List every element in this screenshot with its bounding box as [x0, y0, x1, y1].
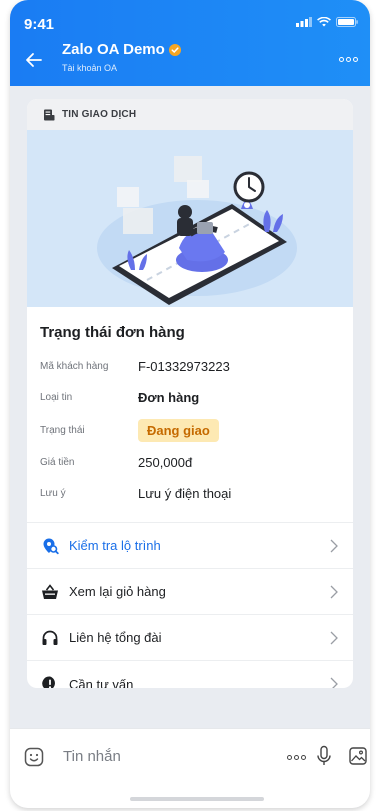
field-label: Mã khách hàng	[40, 361, 109, 372]
headphones-icon	[42, 630, 58, 645]
verified-badge-icon	[168, 43, 181, 56]
chevron-right-icon	[330, 539, 338, 552]
field-label: Loại tin	[40, 392, 73, 403]
chevron-right-icon	[330, 585, 338, 598]
location-search-icon	[43, 538, 59, 554]
field-customer-id: Mã khách hàng F-01332973223	[40, 351, 340, 382]
field-value: Lưu ý điện thoại	[138, 486, 232, 501]
action-review-cart[interactable]: Xem lại giỏ hàng	[27, 569, 353, 615]
action-label: Xem lại giỏ hàng	[69, 584, 166, 599]
more-options-icon[interactable]	[339, 57, 358, 62]
action-track-route[interactable]: Kiểm tra lộ trình	[27, 523, 353, 569]
delivery-illustration	[27, 130, 353, 307]
chevron-right-icon	[330, 631, 338, 644]
field-price: Giá tiền 250,000đ	[40, 447, 340, 478]
image-icon[interactable]	[349, 747, 367, 765]
field-message-type: Loại tin Đơn hàng	[40, 382, 340, 413]
status-icons	[296, 17, 358, 27]
order-status-title: Trạng thái đơn hàng	[40, 324, 185, 341]
action-label: Kiểm tra lộ trình	[69, 538, 161, 553]
field-status: Trạng thái Đang giao	[40, 413, 340, 447]
microphone-icon[interactable]	[316, 745, 332, 767]
field-value: 250,000đ	[138, 455, 193, 470]
phone-frame: 9:41 Zalo OA Demo Tài khoản OA TIN GIAO …	[10, 0, 370, 808]
transaction-card: TIN GIAO DỊCH Trạng thái đơn hàng Mã khá…	[27, 99, 353, 688]
field-value: Đơn hàng	[138, 390, 200, 405]
action-list: Kiểm tra lộ trình Xem lại giỏ hàng Liên …	[27, 522, 353, 688]
field-value: F-01332973223	[138, 359, 230, 374]
chevron-right-icon	[330, 677, 338, 688]
oa-subtitle: Tài khoản OA	[62, 63, 118, 73]
field-label: Lưu ý	[40, 488, 66, 499]
status-time: 9:41	[24, 16, 55, 33]
wifi-icon	[317, 17, 331, 27]
receipt-icon	[44, 109, 55, 120]
field-label: Giá tiền	[40, 457, 75, 468]
status-badge: Đang giao	[138, 418, 219, 442]
chat-header: 9:41 Zalo OA Demo Tài khoản OA	[10, 0, 370, 86]
action-need-advice[interactable]: Cần tư vấn	[27, 661, 353, 688]
message-input[interactable]: Tin nhắn	[63, 748, 121, 765]
field-note: Lưu ý Lưu ý điện thoại	[40, 478, 340, 509]
chat-alert-icon	[42, 676, 55, 688]
action-label: Liên hệ tổng đài	[69, 630, 162, 645]
oa-name: Zalo OA Demo	[62, 41, 165, 58]
message-composer: Tin nhắn	[10, 728, 370, 808]
signal-icon	[296, 17, 312, 27]
more-tools-icon[interactable]	[287, 755, 306, 760]
action-label: Cần tư vấn	[69, 676, 134, 689]
action-contact-hotline[interactable]: Liên hệ tổng đài	[27, 615, 353, 661]
oa-title-row[interactable]: Zalo OA Demo	[62, 41, 181, 58]
section-label: TIN GIAO DỊCH	[62, 109, 137, 120]
back-arrow-icon[interactable]	[24, 50, 44, 70]
home-indicator	[130, 797, 264, 801]
basket-icon	[42, 583, 58, 599]
battery-icon	[336, 17, 358, 27]
card-section-header: TIN GIAO DỊCH	[27, 99, 353, 130]
sticker-icon[interactable]	[24, 747, 44, 767]
field-label: Trạng thái	[40, 424, 85, 436]
